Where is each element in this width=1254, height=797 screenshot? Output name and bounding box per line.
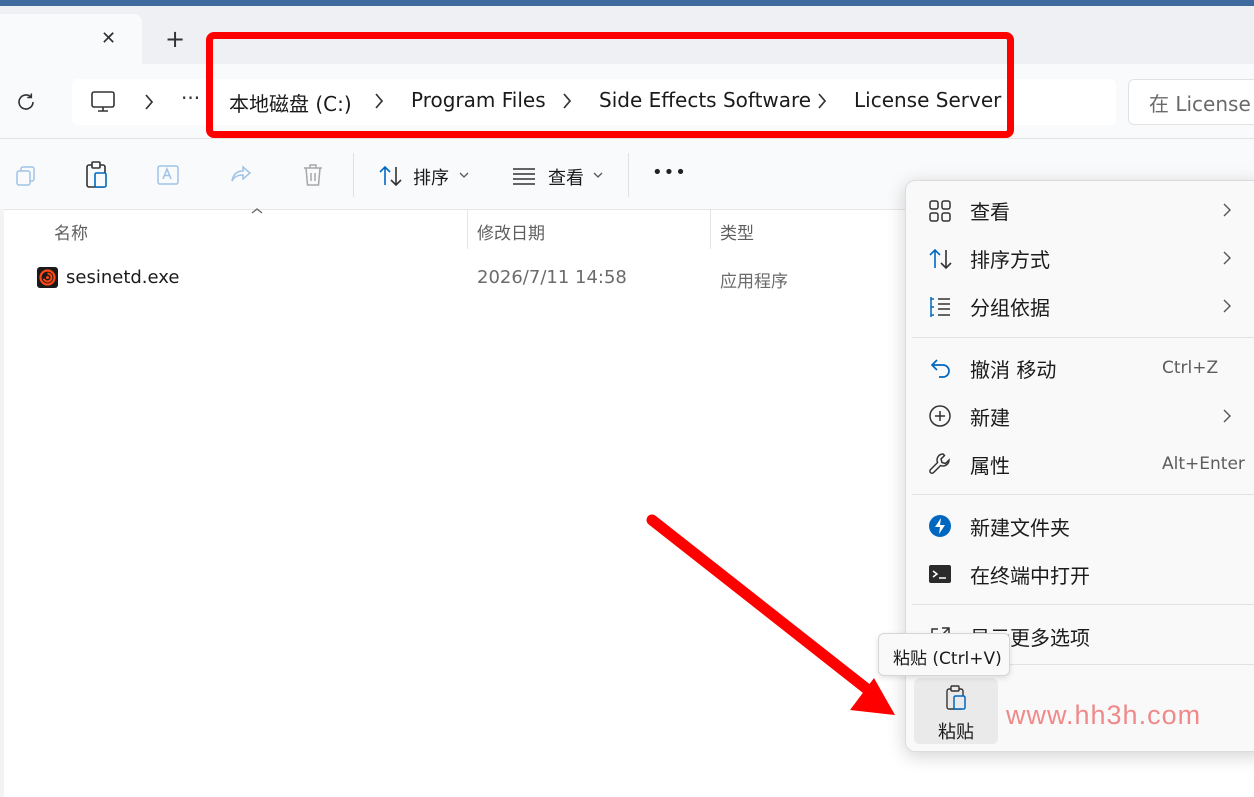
delete-icon[interactable] — [301, 162, 325, 188]
chevron-down-icon[interactable] — [458, 171, 470, 179]
tab-close-icon[interactable]: ✕ — [101, 28, 116, 49]
copy-icon[interactable] — [14, 164, 38, 188]
paste-icon[interactable] — [85, 161, 109, 189]
toolbar-divider — [353, 153, 354, 197]
new-tab-button[interactable]: + — [165, 25, 185, 53]
sort-button[interactable]: 排序 — [413, 164, 449, 190]
column-header-modified[interactable]: 修改日期 — [477, 219, 545, 244]
navigation-pane-edge — [0, 209, 4, 797]
column-header-name[interactable]: 名称 — [54, 219, 88, 244]
paste-label: 粘贴 — [938, 722, 974, 743]
menu-item-undo-move[interactable]: 撤消 移动 — [970, 354, 1056, 383]
toolbar-divider — [628, 153, 629, 197]
file-name[interactable]: sesinetd.exe — [66, 267, 179, 288]
annotation-highlight-box — [206, 32, 1014, 138]
undo-icon — [928, 356, 952, 380]
properties-shortcut: Alt+Enter — [1162, 454, 1245, 474]
active-tab[interactable] — [0, 14, 142, 64]
sort-icon — [928, 247, 954, 271]
chevron-down-icon[interactable] — [592, 171, 604, 179]
menu-item-group-by[interactable]: 分组依据 — [970, 292, 1050, 321]
menu-item-new[interactable]: 新建 — [970, 402, 1010, 431]
column-header-type[interactable]: 类型 — [720, 219, 754, 244]
grid-view-icon — [928, 199, 952, 223]
menu-item-new-folder[interactable]: 新建文件夹 — [970, 512, 1070, 541]
rename-icon[interactable] — [156, 163, 182, 187]
more-options-button[interactable]: ••• — [652, 162, 687, 183]
houdini-app-icon — [37, 267, 58, 288]
breadcrumb-overflow[interactable]: ··· — [181, 86, 200, 110]
chevron-right-icon — [1222, 202, 1232, 218]
menu-item-properties[interactable]: 属性 — [970, 450, 1010, 479]
add-circle-icon — [928, 404, 952, 428]
chevron-right-icon — [1222, 298, 1232, 314]
group-by-icon — [928, 295, 952, 319]
refresh-icon[interactable] — [15, 91, 37, 113]
terminal-icon — [928, 563, 952, 585]
annotation-arrow — [646, 514, 895, 715]
menu-item-open-in-terminal[interactable]: 在终端中打开 — [970, 560, 1090, 589]
view-icon[interactable] — [511, 166, 537, 186]
menu-divider — [912, 337, 1254, 338]
file-type: 应用程序 — [720, 272, 788, 292]
chevron-right-icon — [1222, 250, 1232, 266]
sort-icon[interactable] — [378, 164, 404, 188]
file-modified: 2026/7/11 14:58 — [477, 267, 627, 288]
share-icon[interactable] — [229, 163, 253, 187]
chevron-right-icon — [1222, 408, 1232, 424]
column-divider[interactable] — [710, 209, 711, 249]
new-folder-icon — [928, 514, 952, 538]
paste-icon — [945, 685, 969, 711]
this-pc-icon[interactable] — [90, 90, 116, 114]
menu-item-sort-by[interactable]: 排序方式 — [970, 244, 1050, 273]
sort-ascending-indicator-icon — [250, 207, 264, 215]
menu-divider — [912, 494, 1254, 495]
column-divider[interactable] — [467, 209, 468, 249]
wrench-icon — [928, 452, 952, 476]
menu-item-view[interactable]: 查看 — [970, 196, 1010, 225]
menu-divider — [912, 604, 1254, 605]
watermark: www.hh3h.com — [1006, 700, 1202, 730]
view-button[interactable]: 查看 — [548, 164, 584, 190]
search-input[interactable] — [1149, 90, 1254, 114]
chevron-right-icon[interactable] — [143, 93, 155, 111]
search-box[interactable] — [1128, 79, 1254, 125]
undo-shortcut: Ctrl+Z — [1162, 358, 1219, 378]
